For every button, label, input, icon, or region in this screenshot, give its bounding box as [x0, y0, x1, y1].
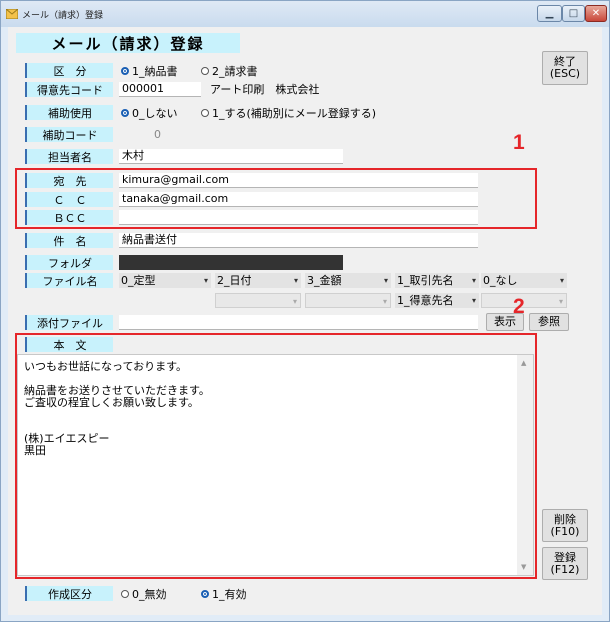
filename-combo-5-value: 0_なし [483, 274, 518, 287]
form-title: メール（請求）登録 [16, 33, 240, 53]
filename-combo-6[interactable]: ▾ [215, 293, 301, 308]
creation-option-1[interactable]: 1_有効 [201, 586, 247, 602]
kubun-option-2[interactable]: 2_請求書 [201, 63, 258, 79]
radio-selected-icon [121, 109, 129, 117]
app-icon [6, 9, 18, 19]
browse-button-label: 参照 [538, 315, 560, 328]
filename-combo-1-value: 0_定型 [121, 274, 156, 287]
chevron-down-icon: ▾ [203, 276, 208, 285]
creation-option-0-label: 0_無効 [132, 588, 167, 601]
filename-combo-3-value: 3_金額 [307, 274, 342, 287]
filename-combo-5[interactable]: 0_なし ▾ [481, 273, 567, 288]
subject-label: 件 名 [25, 233, 113, 248]
aux-use-option-1[interactable]: 1_する(補助別にメール登録する) [201, 105, 376, 121]
scroll-up-icon[interactable]: ▲ [521, 359, 526, 367]
chevron-down-icon: ▾ [558, 297, 563, 306]
body-textarea[interactable]: いつもお世話になっております。 納品書をお送りさせていただきます。 ご査収の程宜… [17, 354, 534, 576]
bcc-input[interactable] [119, 210, 478, 225]
aux-code-label: 補助コード [25, 127, 113, 142]
radio-selected-icon [201, 590, 209, 598]
exit-button[interactable]: 終了 (ESC) [542, 51, 588, 85]
body-text: いつもお世話になっております。 納品書をお送りさせていただきます。 ご査収の程宜… [24, 360, 210, 457]
chevron-down-icon: ▾ [382, 297, 387, 306]
filename-combo-8-value: 1_得意先名 [397, 294, 454, 307]
register-button-line2: (F12) [550, 562, 580, 576]
kubun-label: 区 分 [25, 63, 113, 78]
delete-button-line1: 削除 [554, 512, 576, 526]
aux-code-value: 0 [154, 128, 161, 141]
filename-combo-4[interactable]: 1_取引先名 ▾ [395, 273, 479, 288]
customer-name: アート印刷 株式会社 [210, 83, 320, 96]
customer-code-input[interactable]: 000001 [119, 82, 201, 97]
filename-combo-8[interactable]: 1_得意先名 ▾ [395, 293, 479, 308]
close-button[interactable]: ✕ [585, 5, 607, 22]
close-icon: ✕ [591, 8, 601, 19]
attachment-label: 添付ファイル [25, 315, 113, 330]
radio-unselected-icon [201, 109, 209, 117]
chevron-down-icon: ▾ [471, 296, 476, 305]
form-client-area: メール（請求）登録 終了 (ESC) 区 分 1_納品書 2_請求書 得意先コー… [8, 27, 602, 615]
aux-use-option-1-label: 1_する(補助別にメール登録する) [212, 107, 377, 120]
cc-label: Ｃ Ｃ [25, 192, 113, 207]
minimize-button[interactable]: ▁ [537, 5, 562, 22]
show-button[interactable]: 表示 [486, 313, 524, 331]
chevron-down-icon: ▾ [293, 276, 298, 285]
filename-combo-1[interactable]: 0_定型 ▾ [119, 273, 211, 288]
filename-combo-2[interactable]: 2_日付 ▾ [215, 273, 301, 288]
kubun-option-1-label: 1_納品書 [132, 65, 178, 78]
chevron-down-icon: ▾ [559, 276, 564, 285]
maximize-icon: □ [568, 8, 579, 19]
creation-label: 作成区分 [25, 586, 113, 601]
filename-label: ファイル名 [25, 273, 113, 288]
register-button[interactable]: 登録 (F12) [542, 547, 588, 580]
folder-input[interactable] [119, 255, 343, 270]
delete-button-line2: (F10) [550, 524, 580, 538]
attachment-input[interactable] [119, 315, 478, 330]
aux-use-option-0[interactable]: 0_しない [121, 105, 178, 121]
chevron-down-icon: ▾ [292, 297, 297, 306]
scroll-down-icon[interactable]: ▼ [521, 563, 526, 571]
customer-code-label: 得意先コード [25, 82, 113, 97]
radio-unselected-icon [201, 67, 209, 75]
filename-combo-2-value: 2_日付 [217, 274, 252, 287]
person-input[interactable]: 木村 [119, 149, 343, 164]
filename-combo-7[interactable]: ▾ [305, 293, 391, 308]
minimize-icon: ▁ [545, 8, 554, 19]
chevron-down-icon: ▾ [383, 276, 388, 285]
creation-option-1-label: 1_有効 [212, 588, 247, 601]
window-title: メール（請求）登録 [22, 11, 104, 21]
subject-input[interactable]: 納品書送付 [119, 233, 478, 248]
show-button-label: 表示 [494, 315, 516, 328]
aux-use-option-0-label: 0_しない [132, 107, 178, 120]
browse-button[interactable]: 参照 [529, 313, 569, 331]
app-window: メール（請求）登録 ▁ □ ✕ メール（請求）登録 終了 (ESC) 区 分 1… [0, 0, 610, 622]
body-scrollbar[interactable]: ▲ ▼ [517, 355, 533, 575]
exit-button-line2: (ESC) [549, 67, 581, 80]
creation-option-0[interactable]: 0_無効 [121, 586, 167, 602]
radio-selected-icon [121, 67, 129, 75]
chevron-down-icon: ▾ [471, 276, 476, 285]
filename-combo-4-value: 1_取引先名 [397, 274, 454, 287]
cc-input[interactable]: tanaka@gmail.com [119, 192, 478, 207]
bcc-label: ＢＣＣ [25, 210, 113, 225]
aux-use-label: 補助使用 [25, 105, 113, 120]
register-button-line1: 登録 [554, 550, 576, 564]
filename-combo-3[interactable]: 3_金額 ▾ [305, 273, 391, 288]
to-input[interactable]: kimura@gmail.com [119, 173, 478, 188]
folder-label: フォルダ [25, 255, 113, 270]
title-bar: メール（請求）登録 ▁ □ ✕ [1, 1, 609, 27]
maximize-button[interactable]: □ [562, 5, 585, 22]
kubun-option-1[interactable]: 1_納品書 [121, 63, 178, 79]
annotation-marker-1: 1 [513, 131, 525, 154]
delete-button[interactable]: 削除 (F10) [542, 509, 588, 542]
body-label: 本 文 [25, 337, 113, 352]
to-label: 宛 先 [25, 173, 113, 188]
person-label: 担当者名 [25, 149, 113, 164]
kubun-option-2-label: 2_請求書 [212, 65, 258, 78]
radio-unselected-icon [121, 590, 129, 598]
